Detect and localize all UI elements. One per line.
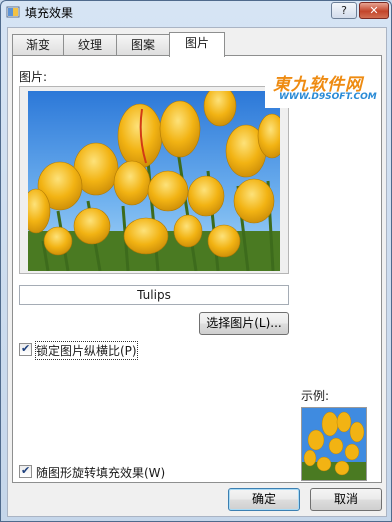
tab-gradient[interactable]: 渐变: [12, 34, 64, 55]
checkmark-icon: ✔: [21, 342, 31, 355]
picture-preview: [19, 86, 289, 274]
lock-aspect-label[interactable]: 锁定图片纵横比(P): [35, 341, 138, 360]
tulips-image: [28, 91, 280, 271]
watermark-url: WWW.D9SOFT.COM: [279, 92, 377, 102]
fill-effect-icon: [6, 6, 20, 18]
sample-preview: [301, 407, 367, 481]
tab-pattern[interactable]: 图案: [116, 34, 170, 55]
title-bar: 填充效果 ? ✕: [1, 1, 391, 23]
help-button[interactable]: ?: [331, 2, 357, 19]
rotate-with-shape-label[interactable]: 随图形旋转填充效果(W): [36, 464, 165, 481]
cancel-button[interactable]: 取消: [310, 488, 382, 511]
checkmark-icon: ✔: [21, 464, 31, 477]
ok-button[interactable]: 确定: [228, 488, 300, 511]
sample-tulips-image: [302, 408, 366, 480]
picture-label: 图片:: [19, 70, 48, 84]
select-picture-button[interactable]: 选择图片(L)...: [199, 312, 289, 335]
picture-name-field: Tulips: [19, 285, 289, 305]
dialog-body: 渐变 纹理 图案 图片 東九软件网 WWW.D9SOFT.COM 图片: Tul…: [7, 27, 387, 517]
tab-texture[interactable]: 纹理: [63, 34, 117, 55]
close-button[interactable]: ✕: [359, 2, 389, 19]
lock-aspect-checkbox[interactable]: ✔: [19, 342, 32, 356]
sample-label: 示例:: [301, 389, 330, 403]
watermark: 東九软件网 WWW.D9SOFT.COM: [265, 70, 377, 108]
fill-effects-dialog: 填充效果 ? ✕ 渐变 纹理 图案 图片 東九软件网 WWW.D9SOFT.CO…: [0, 0, 392, 522]
picture-tab-panel: 東九软件网 WWW.D9SOFT.COM 图片: Tulips 选择图片(L).…: [12, 55, 382, 483]
tab-picture[interactable]: 图片: [169, 32, 225, 57]
rotate-with-shape-checkbox[interactable]: ✔: [19, 464, 32, 478]
window-title: 填充效果: [25, 6, 74, 20]
